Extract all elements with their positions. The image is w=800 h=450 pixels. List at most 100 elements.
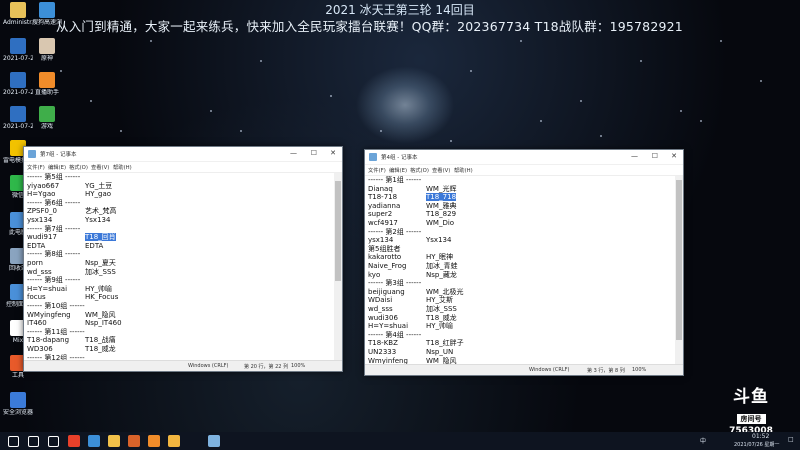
menu-help[interactable]: 帮助(H) — [454, 166, 473, 174]
close-button[interactable]: ✕ — [671, 152, 677, 160]
search-icon[interactable] — [28, 436, 39, 447]
vertical-scrollbar[interactable] — [675, 176, 683, 365]
text-line: H=Y=shuai HY_帅喻 — [368, 322, 453, 330]
star — [240, 130, 242, 132]
scrollbar-thumb[interactable] — [335, 181, 341, 281]
status-encoding: Windows (CRLF) — [529, 367, 570, 373]
notepad-icon — [28, 150, 36, 158]
player-id: beijiguang — [368, 287, 405, 296]
player-id: H=Ygao — [27, 190, 56, 199]
text-line: kakarotto HY_眠神 — [368, 253, 453, 262]
close-button[interactable]: ✕ — [330, 149, 336, 157]
menu-file[interactable]: 文件(F) — [27, 163, 45, 171]
scrollbar-thumb[interactable] — [676, 180, 682, 340]
menu-format[interactable]: 格式(O) — [410, 166, 429, 174]
text-line: ------ 第8组 ------ — [27, 250, 80, 258]
title-bar[interactable]: 第7组 - 记事本 — ☐ ✕ — [24, 147, 342, 162]
text-line: focus HK_Focus — [27, 293, 118, 302]
text-line: T18-KBZ T18_红胖子 — [368, 339, 464, 347]
player-id: kakarotto — [368, 253, 402, 262]
text-line: H=Ygao HY_gao — [27, 190, 111, 199]
desktop-icon-label: 游戏 — [40, 123, 53, 130]
player-id: wd_sss — [368, 305, 393, 313]
live-icon[interactable] — [148, 435, 160, 447]
text-line: T18-718 T18_718 — [368, 193, 457, 202]
desktop-icon[interactable]: 2021-07-2... — [3, 106, 33, 130]
ime-indicator[interactable]: 中 — [700, 436, 706, 445]
notepad-window-right[interactable]: 第4组 - 记事本 — ☐ ✕ 文件(F) 编辑(E) 格式(O) 查看(V) … — [364, 149, 684, 376]
start-icon[interactable] — [8, 436, 19, 447]
desktop-icon[interactable]: Administr... — [3, 2, 33, 26]
menu-edit[interactable]: 编辑(E) — [48, 163, 66, 171]
team-name: T18_回肖 — [85, 233, 116, 242]
text-editor[interactable]: ------ 第1组 ------ Dianaq WM_光辉 T18-718 T18_7… — [365, 176, 675, 365]
player-id: focus — [27, 293, 46, 302]
text-line: ------ 第7组 ------ — [27, 225, 80, 233]
maximize-button[interactable]: ☐ — [652, 152, 658, 160]
text-line: ysx134 Ysx134 — [368, 236, 451, 244]
text-line: wd_sss 加冰_SSS — [27, 268, 116, 276]
desktop-icon[interactable]: 游戏 — [32, 106, 62, 130]
file-explorer-icon[interactable] — [108, 435, 120, 447]
document-icon — [10, 38, 26, 54]
player-id: super2 — [368, 210, 393, 219]
desktop-icon[interactable]: 安全浏览器 — [3, 392, 33, 416]
app-icon[interactable] — [168, 435, 180, 447]
notepad-icon — [369, 153, 377, 161]
user-folder-icon — [10, 2, 26, 18]
star — [470, 70, 472, 72]
player-id: ------ 第10组 ------ — [27, 302, 85, 310]
menu-file[interactable]: 文件(F) — [368, 166, 386, 174]
douyu-watermark: 斗鱼 房间号 7563008 — [720, 388, 782, 436]
menu-help[interactable]: 帮助(H) — [113, 163, 132, 171]
team-name: WM_光辉 — [426, 184, 457, 193]
desktop-icon[interactable]: 搜狗高速浏览器 — [32, 2, 62, 26]
player-id: T18-dapang — [27, 336, 70, 345]
team-name: 加冰_青蛙 — [426, 262, 458, 270]
team-name: T18_战痛 — [85, 336, 116, 345]
window-title: 第4组 - 记事本 — [381, 155, 418, 161]
clock-date[interactable]: 2021/07/26 星期一 — [734, 441, 779, 448]
team-name: T18_红胖子 — [426, 339, 464, 348]
menu-view[interactable]: 查看(V) — [432, 166, 450, 174]
minimize-button[interactable]: — — [631, 152, 638, 160]
menu-view[interactable]: 查看(V) — [91, 163, 109, 171]
player-id: ------ 第8组 ------ — [27, 250, 81, 259]
document-icon — [10, 106, 26, 122]
text-line: Naive_Frog 加冰_青蛙 — [368, 262, 458, 270]
title-bar[interactable]: 第4组 - 记事本 — ☐ ✕ — [365, 150, 683, 165]
desktop-icon[interactable]: 2021-07-2... — [3, 72, 33, 96]
vertical-scrollbar[interactable] — [334, 173, 342, 361]
team-name: T18_718 — [426, 193, 457, 202]
notepad-icon[interactable] — [208, 435, 220, 447]
star — [720, 40, 722, 42]
browser-icon[interactable] — [88, 435, 100, 447]
status-position: 第 3 行，第 8 列 — [587, 368, 625, 374]
text-editor[interactable]: ------ 第5组 ------ yiyao667 YG_土豆 H=Ygao HY_g… — [24, 173, 334, 361]
desktop-icon-label: 直播助手 — [34, 89, 59, 96]
text-line: yadianna WM_雅典 — [368, 202, 456, 210]
clock-time[interactable]: 01:52 — [752, 433, 769, 440]
maximize-button[interactable]: ☐ — [311, 149, 317, 157]
player-id: wcf4917 — [368, 219, 398, 227]
player-id: ------ 第2组 ------ — [368, 227, 422, 236]
menu-format[interactable]: 格式(O) — [69, 163, 88, 171]
team-name: Nsp_UN — [426, 348, 454, 356]
desktop-icon[interactable]: 直播助手 — [32, 72, 62, 96]
game-icon[interactable] — [128, 435, 140, 447]
desktop-icon-label: 2021-07-2... — [3, 123, 33, 130]
star — [680, 110, 682, 112]
team-name: T18_829 — [426, 210, 457, 219]
text-line: IT460 Nsp_IT460 — [27, 319, 122, 327]
team-name: Nsp_夏天 — [85, 259, 116, 267]
notification-icon[interactable]: □ — [788, 436, 794, 443]
desktop-icon[interactable]: 2021-07-2... — [3, 38, 33, 62]
wps-icon[interactable] — [68, 435, 80, 447]
notepad-window-left[interactable]: 第7组 - 记事本 — ☐ ✕ 文件(F) 编辑(E) 格式(O) 查看(V) … — [23, 146, 343, 372]
room-label: 房间号 — [736, 414, 766, 424]
game-icon — [39, 38, 55, 54]
desktop-icon[interactable]: 原神 — [32, 38, 62, 62]
task-view-icon[interactable] — [48, 436, 59, 447]
menu-edit[interactable]: 编辑(E) — [389, 166, 407, 174]
minimize-button[interactable]: — — [290, 149, 297, 157]
